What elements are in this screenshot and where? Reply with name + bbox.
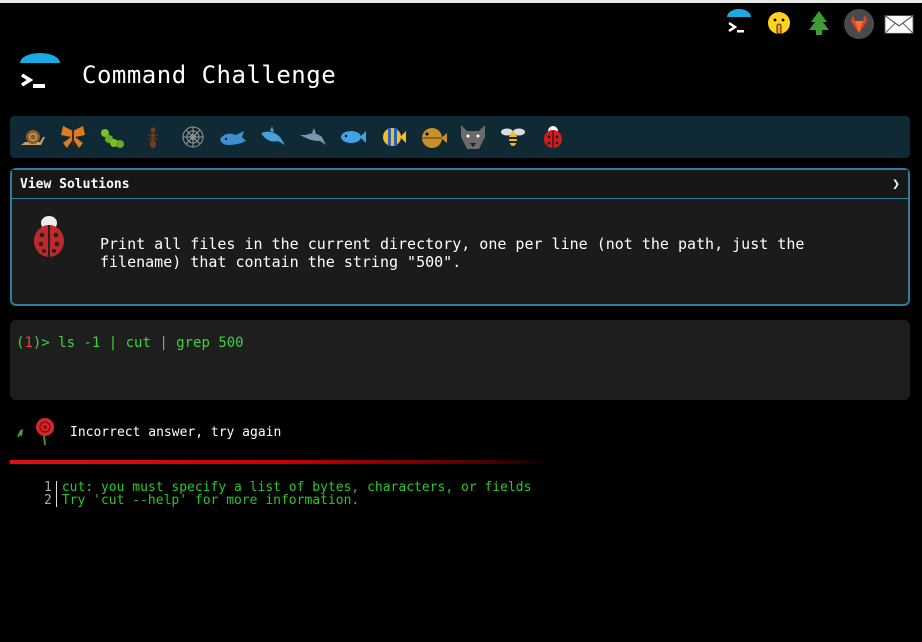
command-text[interactable]: ls -1 | cut | grep 500 bbox=[58, 335, 243, 351]
fish-icon[interactable] bbox=[336, 120, 370, 154]
mail-icon[interactable] bbox=[884, 9, 914, 39]
prompt-number: 1 bbox=[24, 335, 33, 351]
butterfly-icon[interactable] bbox=[56, 120, 90, 154]
gitlab-icon[interactable] bbox=[844, 9, 874, 39]
result-message: Incorrect answer, try again bbox=[16, 415, 281, 449]
error-divider bbox=[10, 460, 550, 464]
output-line: Try 'cut --help' for more information. bbox=[61, 493, 360, 508]
pufferfish-icon[interactable] bbox=[416, 120, 450, 154]
incorrect-answer-text: Incorrect answer, try again bbox=[70, 424, 282, 440]
site-header: Command Challenge bbox=[18, 53, 336, 97]
command-output: 1 2 cut: you must specify a list of byte… bbox=[44, 481, 531, 507]
web-icon[interactable] bbox=[176, 120, 210, 154]
wolf-icon[interactable] bbox=[456, 120, 490, 154]
ladybug-challenge-icon bbox=[30, 212, 68, 263]
terminal-icon[interactable] bbox=[724, 9, 754, 39]
command-input[interactable]: (1)> ls -1 | cut | grep 500 bbox=[10, 320, 910, 400]
view-solutions-label: View Solutions bbox=[20, 176, 130, 192]
tropical-fish-icon[interactable] bbox=[376, 120, 410, 154]
ant-icon[interactable] bbox=[136, 120, 170, 154]
caterpillar-icon[interactable] bbox=[96, 120, 130, 154]
view-solutions-toggle[interactable]: View Solutions ❯ bbox=[12, 170, 908, 199]
shark-icon[interactable] bbox=[256, 120, 290, 154]
logo-icon[interactable] bbox=[18, 53, 62, 97]
challenge-selector bbox=[10, 116, 910, 158]
dolphin-icon[interactable] bbox=[296, 120, 330, 154]
line-number: 2 bbox=[44, 493, 52, 508]
shushing-face-icon[interactable] bbox=[764, 9, 794, 39]
wilted-rose-icon bbox=[16, 415, 58, 449]
challenge-panel: View Solutions ❯ Print all files in the … bbox=[10, 168, 910, 306]
chevron-right-icon: ❯ bbox=[892, 176, 900, 192]
bee-icon[interactable] bbox=[496, 120, 530, 154]
prompt-close: )> bbox=[32, 335, 59, 351]
page-title[interactable]: Command Challenge bbox=[82, 61, 336, 89]
whale-icon[interactable] bbox=[216, 120, 250, 154]
ladybug-icon[interactable] bbox=[536, 120, 570, 154]
top-icon-bar bbox=[724, 9, 914, 39]
tree-icon[interactable] bbox=[804, 9, 834, 39]
challenge-description: Print all files in the current directory… bbox=[100, 235, 805, 271]
snail-icon[interactable] bbox=[16, 120, 50, 154]
